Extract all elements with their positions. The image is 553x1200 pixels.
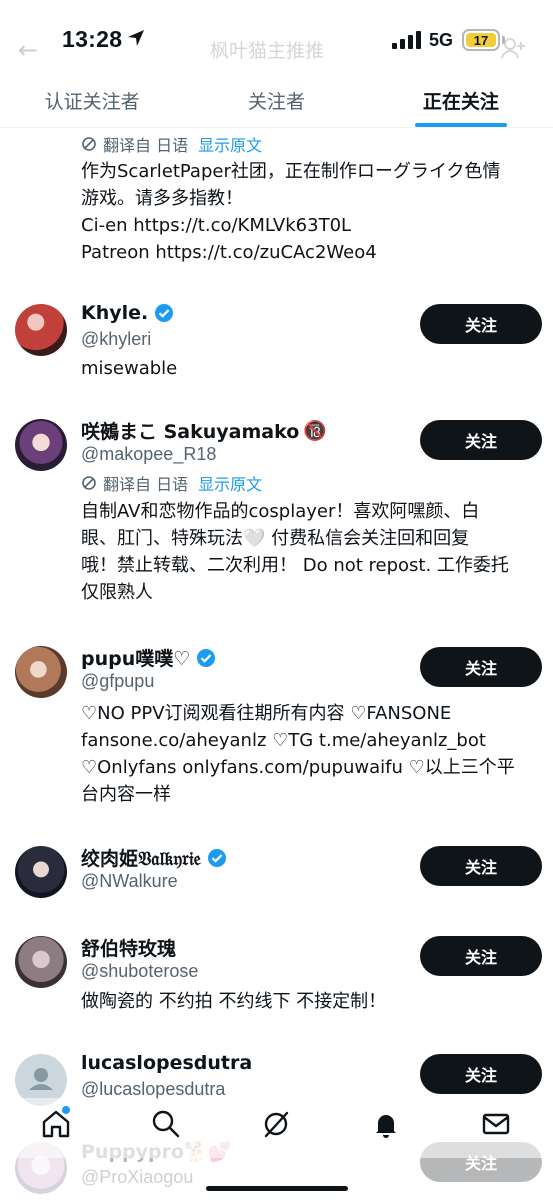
display-name: 舒伯特玫瑰 xyxy=(81,938,177,960)
bio-line: 做陶瓷的 不约拍 不约线下 不接定制！ xyxy=(81,991,387,1012)
bio-line[interactable]: ♡Onlyfans onlyfans.com/pupuwaifu ♡以上三个平 xyxy=(81,754,541,781)
cellular-signal-icon xyxy=(392,31,421,49)
list-item[interactable]: 绞肉姫𝔙𝔞𝔩𝔨𝔶𝔯𝔦𝔢 @NWalkure 关注 xyxy=(0,840,553,920)
translate-label: 翻译自 日语 xyxy=(103,475,189,494)
user-handle: @lucaslopesdutra xyxy=(81,1079,226,1099)
user-bio: 做陶瓷的 不约拍 不约线下 不接定制！ xyxy=(81,988,541,1015)
bio-line[interactable]: fansone.co/aheyanlz ♡TG t.me/aheyanlz_bo… xyxy=(81,727,541,754)
user-handle: @khyleri xyxy=(81,329,152,349)
list-item[interactable]: 咲鵺まこ Sakuyamako 🔞 @makopee_R18 翻译自 日语 显示… xyxy=(0,413,553,613)
show-original-link[interactable]: 显示原文 xyxy=(198,132,262,156)
list-item[interactable]: pupu噗噗♡ @gfpupu ♡NO PPV订阅观看往期所有内容 ♡FANSO… xyxy=(0,640,553,820)
profile-title: 枫叶猫主推推 xyxy=(210,40,325,62)
display-name: 咲鵺まこ Sakuyamako xyxy=(81,421,300,443)
notification-dot xyxy=(62,1106,70,1114)
bio-line: 作为ScarletPaper社团，正在制作ローグライク色情 xyxy=(81,161,501,182)
grok-icon[interactable] xyxy=(260,1108,292,1140)
list-item[interactable]: Khyle. @khyleri misewable 关注 xyxy=(0,298,553,408)
active-tab-indicator xyxy=(414,123,507,127)
show-original-link[interactable]: 显示原文 xyxy=(198,471,262,495)
tab-bar: 认证关注者 关注者 正在关注 xyxy=(0,76,553,128)
r18-icon: 🔞 xyxy=(303,420,327,442)
tab-followers[interactable]: 关注者 xyxy=(184,76,368,127)
verified-badge-icon xyxy=(155,304,174,322)
bio-line: misewable xyxy=(81,358,178,379)
user-handle: @gfpupu xyxy=(81,671,155,691)
battery-tip xyxy=(502,36,505,44)
location-arrow-icon xyxy=(128,30,144,46)
user-name[interactable]: 舒伯特玫瑰 xyxy=(81,934,176,961)
user-name[interactable]: pupu噗噗♡ xyxy=(81,644,216,671)
bio-line[interactable]: Patreon https://t.co/zuCAc2Weo4 xyxy=(81,239,541,266)
translate-icon xyxy=(82,476,96,490)
status-bar: ← 枫叶猫主推推 13:28 5G 17 xyxy=(0,0,553,82)
user-name[interactable]: Khyle. xyxy=(81,302,174,324)
tab-verified-followers[interactable]: 认证关注者 xyxy=(0,76,184,127)
follow-button[interactable]: 关注 xyxy=(420,647,542,687)
display-name: lucaslopesdutra xyxy=(81,1052,253,1074)
clock: 13:28 xyxy=(62,26,123,52)
user-handle: @NWalkure xyxy=(81,871,178,891)
verified-badge-icon xyxy=(197,648,216,667)
user-name[interactable]: 绞肉姫𝔙𝔞𝔩𝔨𝔶𝔯𝔦𝔢 xyxy=(81,844,227,871)
user-bio: misewable xyxy=(81,355,541,382)
messages-icon[interactable] xyxy=(480,1108,512,1140)
avatar[interactable] xyxy=(15,304,67,356)
tab-label: 关注者 xyxy=(247,91,305,113)
avatar[interactable] xyxy=(15,646,67,698)
translation-note: 翻译自 日语 显示原文 xyxy=(81,132,262,156)
avatar[interactable] xyxy=(15,936,67,988)
user-name[interactable]: 咲鵺まこ Sakuyamako 🔞 xyxy=(81,417,327,444)
battery-icon: 17 xyxy=(462,29,500,51)
user-name[interactable]: lucaslopesdutra xyxy=(81,1052,252,1074)
battery-level: 17 xyxy=(466,33,496,48)
user-bio: 作为ScarletPaper社团，正在制作ローグライク色情 游戏。请多多指教！ … xyxy=(81,158,541,266)
user-bio: ♡NO PPV订阅观看往期所有内容 ♡FANSONE fansone.co/ah… xyxy=(81,700,541,808)
translate-label: 翻译自 日语 xyxy=(103,136,189,155)
home-indicator[interactable] xyxy=(206,1186,348,1191)
bio-line: 游戏。请多多指教！ xyxy=(81,188,243,209)
follow-button[interactable]: 关注 xyxy=(420,846,542,886)
search-icon[interactable] xyxy=(150,1108,182,1140)
follow-button[interactable]: 关注 xyxy=(420,420,542,460)
avatar[interactable] xyxy=(15,846,67,898)
bottom-navigation xyxy=(0,1098,553,1158)
bio-line: 仅限熟人 xyxy=(81,582,153,603)
bio-line: 眼、肛门、特殊玩法🤍 付费私信会关注回和回复 xyxy=(81,528,470,549)
display-name: 绞肉姫𝔙𝔞𝔩𝔨𝔶𝔯𝔦𝔢 xyxy=(81,848,201,870)
display-name: pupu噗噗♡ xyxy=(81,648,191,670)
avatar[interactable] xyxy=(15,419,67,471)
bio-line: 哦！禁止转载、二次利用！ Do not repost. 工作委托 xyxy=(81,555,509,576)
display-name: Khyle. xyxy=(81,302,149,324)
user-bio: 自制AV和恋物作品的cosplayer！喜欢阿嘿颜、白 眼、肛门、特殊玩法🤍 付… xyxy=(81,498,541,606)
bio-line[interactable]: Ci-en https://t.co/KMLVk63T0L xyxy=(81,212,541,239)
tab-following[interactable]: 正在关注 xyxy=(369,76,553,127)
follow-button[interactable]: 关注 xyxy=(420,304,542,344)
bio-line: ♡NO PPV订阅观看往期所有内容 ♡FANSONE xyxy=(81,703,452,724)
bio-line: 台内容一样 xyxy=(81,784,171,805)
translation-note: 翻译自 日语 显示原文 xyxy=(81,471,262,495)
list-item[interactable]: 翻译自 日语 显示原文 作为ScarletPaper社团，正在制作ローグライク色… xyxy=(0,128,553,278)
tab-label: 正在关注 xyxy=(422,91,499,113)
user-handle: @makopee_R18 xyxy=(81,444,217,464)
back-arrow-icon[interactable]: ← xyxy=(18,36,38,64)
follow-button[interactable]: 关注 xyxy=(420,1054,542,1094)
verified-badge-icon xyxy=(207,848,226,867)
list-item[interactable]: 舒伯特玫瑰 @shuboterose 做陶瓷的 不约拍 不约线下 不接定制！ 关… xyxy=(0,930,553,1040)
network-type: 5G xyxy=(429,30,454,50)
follow-button[interactable]: 关注 xyxy=(420,936,542,976)
notifications-icon[interactable] xyxy=(370,1108,402,1140)
bio-line: 自制AV和恋物作品的cosplayer！喜欢阿嘿颜、白 xyxy=(81,501,480,522)
user-handle: @shuboterose xyxy=(81,961,199,981)
translate-icon xyxy=(82,137,96,151)
tab-label: 认证关注者 xyxy=(44,91,140,113)
